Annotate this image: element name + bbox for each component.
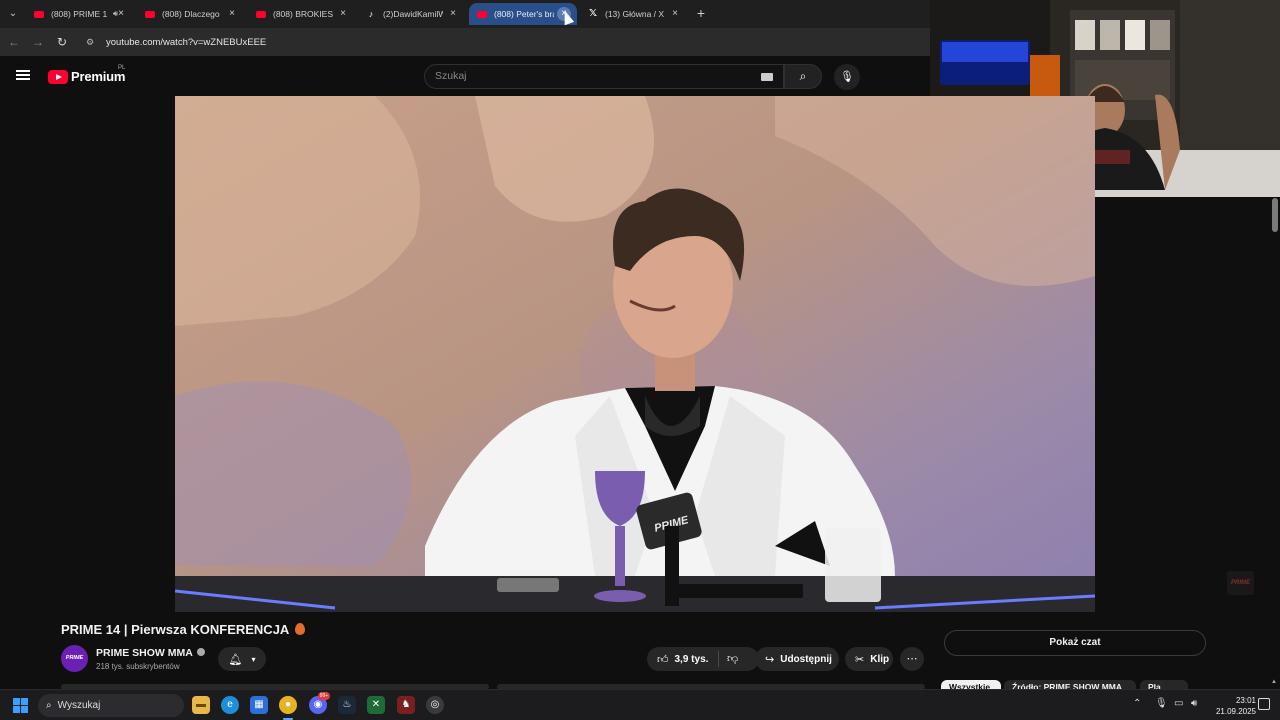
microphone-icon: 🎙︎ — [840, 71, 854, 83]
tray-chevron-up-icon[interactable]: ⌃ — [1133, 698, 1141, 709]
clip-button[interactable]: ✂ Klip — [845, 647, 893, 671]
tiktok-favicon-icon: ♪ — [368, 9, 374, 19]
reload-icon[interactable]: ↻ — [54, 34, 70, 50]
search-icon: ⌕ — [46, 700, 52, 711]
taskbar-search-input[interactable]: ⌕ Wyszukaj — [38, 694, 184, 717]
scissors-icon: ✂ — [855, 653, 865, 666]
tab-close-icon[interactable]: × — [225, 7, 239, 21]
youtube-favicon-icon — [256, 10, 266, 18]
show-chat-button[interactable]: Pokaż czat — [944, 630, 1206, 656]
tab-search-chevron-icon[interactable]: ⌄ — [4, 5, 22, 23]
video-player[interactable]: PRIME — [175, 96, 1095, 612]
browser-tab-strip: ⌄ (808) PRIME 1 🔊︎ × (808) Dlaczego Te ×… — [0, 0, 930, 28]
verified-badge-icon — [196, 648, 205, 656]
subscription-bell-button[interactable]: 🔔︎ ▾ — [218, 647, 266, 671]
new-tab-button[interactable]: + — [693, 5, 709, 21]
channel-name-text: PRIME SHOW MMA — [96, 647, 193, 659]
tab-close-icon[interactable]: × — [114, 7, 128, 21]
tab-title: (808) BROKIES VS — [273, 9, 333, 19]
notification-center-icon[interactable] — [1258, 698, 1270, 710]
tab-close-icon[interactable]: × — [336, 7, 350, 21]
tab-title: (808) Peter's brai — [494, 9, 554, 19]
share-button[interactable]: ↪ Udostępnij — [755, 647, 839, 671]
youtube-favicon-icon — [477, 10, 487, 18]
bell-icon: 🔔︎ — [228, 653, 243, 666]
hamburger-menu-icon[interactable] — [16, 70, 30, 80]
logo-text: Premium — [71, 69, 126, 84]
tab-tiktok[interactable]: ♪ (2)DawidKamilWu × — [358, 3, 466, 25]
windows-start-icon[interactable] — [13, 698, 28, 713]
edge-browser-icon[interactable]: e — [221, 696, 239, 714]
clip-label: Klip — [870, 653, 890, 665]
youtube-premium-logo[interactable]: Premium PL — [48, 65, 126, 84]
youtube-header: Premium PL Szukaj ⌕ 🎙︎ — [0, 56, 930, 96]
tab-brokies[interactable]: (808) BROKIES VS × — [248, 3, 356, 25]
region-code: PL — [118, 65, 126, 71]
tab-title: (13) Główna / X — [605, 9, 665, 19]
tab-close-icon[interactable]: × — [446, 7, 460, 21]
video-frame: PRIME — [175, 96, 1095, 612]
share-label: Udostępnij — [780, 653, 832, 665]
tab-dlaczego[interactable]: (808) Dlaczego Te × — [137, 3, 245, 25]
tab-close-icon[interactable]: × — [668, 7, 682, 21]
search-icon: ⌕ — [799, 69, 807, 83]
keyboard-icon[interactable] — [761, 73, 773, 81]
search-button[interactable]: ⌕ — [784, 64, 822, 89]
like-divider — [718, 651, 719, 667]
fire-emoji-icon — [295, 623, 306, 635]
browser-toolbar: ← → ↻ ⚙︎ youtube.com/watch?v=wZNEBUxEEE — [0, 28, 930, 56]
chrome-browser-icon[interactable]: ● — [279, 696, 297, 720]
more-horizontal-icon: ⋯ — [906, 653, 918, 665]
back-arrow-icon[interactable]: ← — [6, 34, 22, 50]
chevron-down-icon: ▾ — [251, 654, 256, 664]
thumbs-up-icon: 👍︎ — [657, 653, 669, 666]
video-title: PRIME 14 | Pierwsza KONFERENCJA — [61, 622, 306, 637]
forward-arrow-icon[interactable]: → — [30, 34, 46, 50]
file-explorer-icon[interactable]: ▬ — [192, 696, 210, 714]
channel-watermark[interactable]: PRIME — [1227, 571, 1254, 595]
youtube-play-icon — [48, 69, 68, 84]
scroll-arrow-icon[interactable]: ▲ — [1271, 679, 1277, 685]
share-icon: ↪ — [765, 653, 775, 666]
page-scrollbar-thumb[interactable] — [1272, 198, 1278, 232]
more-actions-button[interactable]: ⋯ — [900, 647, 924, 671]
tray-volume-icon[interactable]: 🔊︎ — [1191, 698, 1197, 709]
youtube-favicon-icon — [34, 10, 44, 18]
thumbs-down-icon[interactable]: 👎︎ — [727, 652, 738, 665]
microsoft-store-icon[interactable]: ▦ — [250, 696, 268, 714]
voice-search-button[interactable]: 🎙︎ — [834, 64, 860, 90]
address-bar[interactable]: ⚙︎ youtube.com/watch?v=wZNEBUxEEE — [78, 31, 930, 53]
tab-title: (2)DawidKamilWu — [383, 9, 443, 19]
like-button[interactable]: 👍︎ 3,9 tys. 👎︎ — [647, 647, 759, 671]
channel-avatar[interactable]: PRIME — [61, 645, 88, 672]
taskbar-search-placeholder: Wyszukaj — [57, 700, 101, 711]
youtube-favicon-icon — [145, 10, 155, 18]
x-favicon-icon: 𝕏 — [588, 8, 598, 19]
game-launcher-icon[interactable]: ♞ — [397, 696, 415, 714]
subscriber-count: 218 tys. subskrybentów — [96, 662, 180, 671]
tab-title: (808) Dlaczego Te — [162, 9, 222, 19]
tab-title: (808) PRIME 1 — [51, 9, 108, 19]
steam-icon[interactable]: ♨ — [338, 696, 356, 714]
clock-date: 21.09.2025 — [1215, 707, 1256, 716]
channel-name[interactable]: PRIME SHOW MMA — [96, 647, 205, 659]
tab-prime-1[interactable]: (808) PRIME 1 🔊︎ × — [26, 3, 134, 25]
taskbar-clock[interactable]: 23:01 21.09.2025 — [1208, 695, 1256, 717]
url-text: youtube.com/watch?v=wZNEBUxEEE — [106, 36, 267, 48]
obs-recording-icon[interactable]: ◎ — [426, 696, 444, 714]
search-placeholder: Szukaj — [435, 70, 467, 82]
windows-taskbar: ⌕ Wyszukaj ▬ e ▦ ● ◉ 99+ ♨ ✕ ♞ ◎ ⌃ 🎙︎ ▭ … — [0, 689, 1280, 720]
xbox-icon[interactable]: ✕ — [367, 696, 385, 714]
video-title-text: PRIME 14 | Pierwsza KONFERENCJA — [61, 622, 290, 637]
discord-badge: 99+ — [318, 692, 330, 700]
search-input[interactable]: Szukaj — [424, 64, 784, 89]
tray-network-icon[interactable]: ▭ — [1174, 698, 1183, 709]
tab-x-home[interactable]: 𝕏 (13) Główna / X × — [580, 3, 688, 25]
clock-time: 23:01 — [1235, 696, 1256, 705]
site-settings-icon[interactable]: ⚙︎ — [86, 37, 98, 47]
tray-microphone-icon[interactable]: 🎙︎ — [1155, 698, 1168, 709]
like-count: 3,9 tys. — [674, 653, 709, 665]
